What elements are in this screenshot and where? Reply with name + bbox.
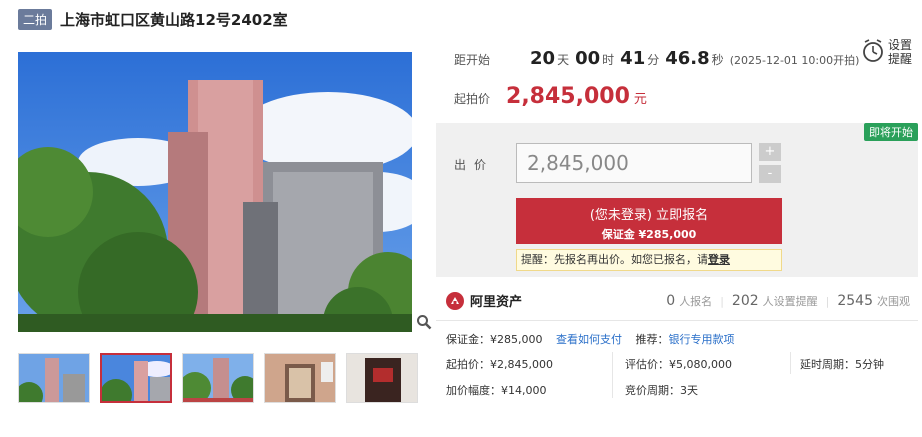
hours-unit: 时 bbox=[602, 53, 615, 67]
increment-label: 加价幅度： bbox=[446, 384, 501, 397]
status-badge: 即将开始 bbox=[864, 123, 918, 141]
thumbnail[interactable] bbox=[18, 353, 90, 403]
views-label: 次围观 bbox=[877, 295, 910, 308]
thumbnail[interactable] bbox=[264, 353, 336, 403]
stats-bar: 阿里资产 0 人报名 | 202 人设置提醒 | 2545 次围观 bbox=[436, 283, 918, 321]
thumbnail-selected[interactable] bbox=[100, 353, 172, 403]
recommend-label: 推荐： bbox=[635, 333, 669, 346]
start-price-info: 起拍价：¥2,845,000 bbox=[446, 356, 553, 372]
deposit-label: 保证金： bbox=[446, 333, 490, 346]
start-price-info-value: ¥2,845,000 bbox=[490, 358, 553, 371]
days-unit: 天 bbox=[557, 53, 570, 67]
decrease-bid-button[interactable]: - bbox=[759, 165, 781, 183]
start-price-value: 2,845,000 bbox=[506, 84, 630, 109]
stats-divider: | bbox=[825, 295, 830, 308]
column-divider bbox=[790, 352, 791, 374]
deposit-value: ¥285,000 bbox=[490, 333, 543, 346]
reminder-line2: 提醒 bbox=[888, 52, 913, 66]
register-button-label: (您未登录) 立即报名 bbox=[589, 208, 709, 223]
thumbnail[interactable] bbox=[182, 353, 254, 403]
start-price-info-label: 起拍价： bbox=[446, 358, 490, 371]
seconds-unit: 秒 bbox=[711, 53, 724, 67]
cycle-info: 竞价周期：3天 bbox=[625, 382, 698, 398]
minutes-unit: 分 bbox=[647, 53, 660, 67]
thumbnail[interactable] bbox=[346, 353, 418, 403]
login-tip: 提醒：先报名再出价。如您已报名，请登录 bbox=[516, 249, 782, 271]
reminders-count: 202 bbox=[731, 293, 759, 309]
start-time-note: (2025-12-01 10:00开拍) bbox=[729, 54, 860, 67]
delay-label: 延时周期： bbox=[800, 358, 855, 371]
how-to-pay-link[interactable]: 查看如何支付 bbox=[556, 333, 622, 346]
thumbnail-strip bbox=[18, 353, 418, 403]
bid-amount-input[interactable]: 2,845,000 bbox=[516, 143, 752, 183]
bank-payment-link[interactable]: 银行专用款项 bbox=[669, 333, 735, 346]
reminder-line1: 设置 bbox=[888, 38, 913, 52]
appraisal-info: 评估价：¥5,080,000 bbox=[625, 356, 732, 372]
stats-counts: 0 人报名 | 202 人设置提醒 | 2545 次围观 bbox=[666, 293, 910, 309]
stats-divider: | bbox=[720, 295, 724, 308]
deposit-row: 保证金：¥285,000 查看如何支付 推荐：银行专用款项 bbox=[446, 331, 735, 347]
zoom-icon[interactable] bbox=[416, 314, 432, 330]
start-price-row: 起拍价 2,845,000 元 bbox=[454, 84, 647, 109]
increment-info: 加价幅度：¥14,000 bbox=[446, 382, 547, 398]
registered-label: 人报名 bbox=[679, 295, 713, 308]
bid-stepper: + - bbox=[759, 143, 781, 187]
reminder-label: 设置 提醒 bbox=[888, 38, 912, 66]
countdown: 距开始 20 天 00 时 41 分 46.8 秒 (2025-12-01 10… bbox=[454, 48, 859, 69]
set-reminder-button[interactable]: 设置 提醒 bbox=[862, 38, 916, 68]
page-title: 上海市虹口区黄山路12号2402室 bbox=[60, 10, 288, 29]
start-price-unit: 元 bbox=[633, 92, 647, 107]
deposit-note: 保证金 ¥285,000 bbox=[601, 228, 697, 241]
ali-assets-name: 阿里资产 bbox=[470, 295, 523, 310]
appraisal-value: ¥5,080,000 bbox=[669, 358, 732, 371]
alarm-clock-icon bbox=[863, 39, 883, 62]
start-price-label: 起拍价 bbox=[454, 92, 491, 106]
bid-label: 出价 bbox=[454, 158, 495, 172]
countdown-hours: 00 bbox=[575, 48, 601, 69]
cycle-value: 3天 bbox=[680, 384, 698, 397]
bid-area: 即将开始 出价 2,845,000 + - (您未登录) 立即报名 保证金 ¥2… bbox=[436, 123, 918, 277]
appraisal-label: 评估价： bbox=[625, 358, 669, 371]
login-link[interactable]: 登录 bbox=[708, 253, 730, 266]
delay-value: 5分钟 bbox=[855, 358, 884, 371]
increase-bid-button[interactable]: + bbox=[759, 143, 781, 161]
countdown-label: 距开始 bbox=[454, 53, 491, 67]
round-badge: 二拍 bbox=[18, 8, 53, 30]
column-divider bbox=[612, 352, 613, 398]
countdown-days: 20 bbox=[530, 48, 556, 69]
ali-assets-logo[interactable]: 阿里资产 bbox=[446, 291, 522, 310]
ali-assets-icon bbox=[446, 291, 464, 310]
cycle-label: 竞价周期： bbox=[625, 384, 680, 397]
countdown-seconds: 46.8 bbox=[665, 48, 710, 69]
register-button[interactable]: (您未登录) 立即报名 保证金 ¥285,000 bbox=[516, 198, 782, 244]
countdown-minutes: 41 bbox=[620, 48, 646, 69]
registered-count: 0 bbox=[666, 293, 676, 309]
delay-info: 延时周期：5分钟 bbox=[800, 356, 884, 372]
views-count: 2545 bbox=[837, 293, 873, 309]
main-property-photo[interactable] bbox=[18, 52, 412, 332]
reminders-label: 人设置提醒 bbox=[762, 295, 818, 308]
title-bar: 二拍 上海市虹口区黄山路12号2402室 bbox=[18, 8, 288, 30]
tip-text: 提醒：先报名再出价。如您已报名，请 bbox=[521, 253, 708, 266]
increment-value: ¥14,000 bbox=[501, 384, 547, 397]
